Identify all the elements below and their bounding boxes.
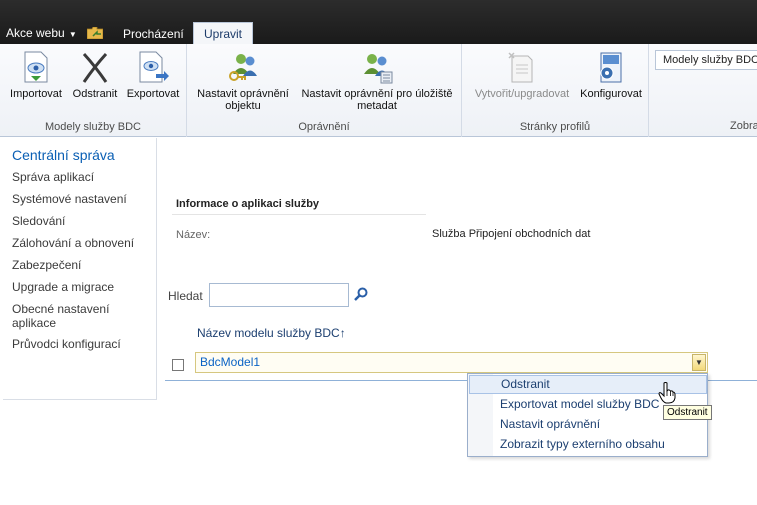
service-app-info-heading: Informace o aplikaci služby bbox=[176, 198, 320, 210]
configure-button[interactable]: Konfigurovat bbox=[576, 50, 646, 100]
nav-item-application-management[interactable]: Správa aplikací bbox=[12, 170, 152, 184]
chevron-down-icon: ▼ bbox=[66, 30, 77, 39]
table-row[interactable]: BdcModel1 ▼ bbox=[195, 352, 708, 373]
name-label: Název: bbox=[176, 229, 211, 241]
search-icon[interactable] bbox=[353, 286, 369, 302]
row-checkbox[interactable] bbox=[172, 359, 184, 371]
nav-item-general-settings[interactable]: Obecné nastavení aplikace bbox=[12, 302, 130, 330]
metadata-permissions-icon bbox=[364, 54, 393, 84]
nav-item-upgrade-migration[interactable]: Upgrade a migrace bbox=[12, 280, 152, 294]
search-label: Hledat bbox=[168, 289, 203, 303]
tab-browse[interactable]: Procházení bbox=[114, 27, 193, 41]
delete-button[interactable]: Odstranit bbox=[68, 50, 122, 100]
export-label: Exportovat bbox=[126, 88, 180, 100]
import-button[interactable]: Importovat bbox=[6, 50, 66, 100]
site-actions-menu[interactable]: Akce webu ▼ bbox=[6, 26, 77, 40]
nav-item-backup-restore[interactable]: Zálohování a obnovení bbox=[12, 236, 152, 250]
configure-label: Konfigurovat bbox=[580, 88, 642, 100]
nav-item-system-settings[interactable]: Systémové nastavení bbox=[12, 192, 152, 206]
nav-item-security[interactable]: Zabezpečení bbox=[12, 258, 152, 272]
import-label: Importovat bbox=[10, 88, 62, 100]
set-metadata-store-permissions-label-1: Nastavit oprávnění pro úložiště bbox=[301, 88, 453, 100]
column-header-model-name[interactable]: Název modelu služby BDC↑ bbox=[197, 326, 346, 340]
ribbon-group-title: Oprávnění bbox=[298, 121, 350, 133]
set-metadata-store-permissions-button[interactable]: Nastavit oprávnění pro úložiště metadat bbox=[295, 50, 459, 112]
nav-heading-central-admin[interactable]: Centrální správa bbox=[12, 147, 115, 163]
view-select[interactable]: Modely služby BDC bbox=[655, 50, 757, 70]
delete-label: Odstranit bbox=[72, 88, 118, 100]
chevron-down-icon: ▼ bbox=[695, 358, 703, 367]
set-object-permissions-label-2: objektu bbox=[225, 100, 261, 112]
ribbon: Importovat Odstranit Exportovat Modely s… bbox=[0, 44, 757, 137]
menu-item-view-external-content-types[interactable]: Zobrazit typy externího obsahu bbox=[469, 435, 707, 454]
tab-edit[interactable]: Upravit bbox=[193, 22, 253, 44]
item-menu-dropdown[interactable]: ▼ bbox=[692, 354, 706, 371]
nav-item-configuration-wizards[interactable]: Průvodci konfigurací bbox=[12, 337, 152, 351]
delete-icon bbox=[82, 52, 108, 83]
nav-item-monitoring[interactable]: Sledování bbox=[12, 214, 152, 228]
model-name-link[interactable]: BdcModel1 bbox=[200, 355, 260, 369]
search-input[interactable] bbox=[209, 283, 349, 307]
export-button[interactable]: Exportovat bbox=[124, 50, 182, 100]
left-navigation: Centrální správa Správa aplikací Systémo… bbox=[3, 138, 157, 400]
ribbon-group-title: Modely služby BDC bbox=[45, 121, 141, 133]
ribbon-group-profile-pages: Vytvořit/upgradovat Konfigurovat Stránky… bbox=[462, 44, 649, 137]
name-value: Služba Připojení obchodních dat bbox=[432, 228, 591, 240]
ribbon-group-title-view: Zobra bbox=[730, 120, 757, 132]
top-bar: Akce webu ▼ Procházení Upravit bbox=[0, 0, 757, 44]
hand-cursor-icon bbox=[658, 382, 676, 404]
ribbon-group-bdc-models: Importovat Odstranit Exportovat Modely s… bbox=[0, 44, 187, 137]
set-permissions-icon bbox=[229, 54, 257, 81]
navigate-up-folder-icon[interactable] bbox=[87, 27, 103, 39]
create-upgrade-button[interactable]: Vytvořit/upgradovat bbox=[466, 50, 578, 100]
ribbon-group-title: Stránky profilů bbox=[519, 121, 591, 133]
set-object-permissions-button[interactable]: Nastavit oprávnění objektu bbox=[191, 50, 295, 112]
create-upgrade-label: Vytvořit/upgradovat bbox=[474, 88, 570, 100]
set-object-permissions-label-1: Nastavit oprávnění bbox=[197, 88, 289, 100]
ribbon-group-permissions: Nastavit oprávnění objektu Nastavit oprá… bbox=[187, 44, 462, 137]
tooltip: Odstranit bbox=[663, 405, 712, 420]
site-actions-label: Akce webu bbox=[6, 26, 65, 40]
export-icon bbox=[139, 51, 169, 83]
set-metadata-store-permissions-label-2: metadat bbox=[357, 100, 397, 112]
divider bbox=[172, 214, 426, 215]
import-icon bbox=[24, 51, 48, 83]
configure-icon bbox=[600, 52, 622, 83]
create-upgrade-icon bbox=[508, 52, 533, 83]
